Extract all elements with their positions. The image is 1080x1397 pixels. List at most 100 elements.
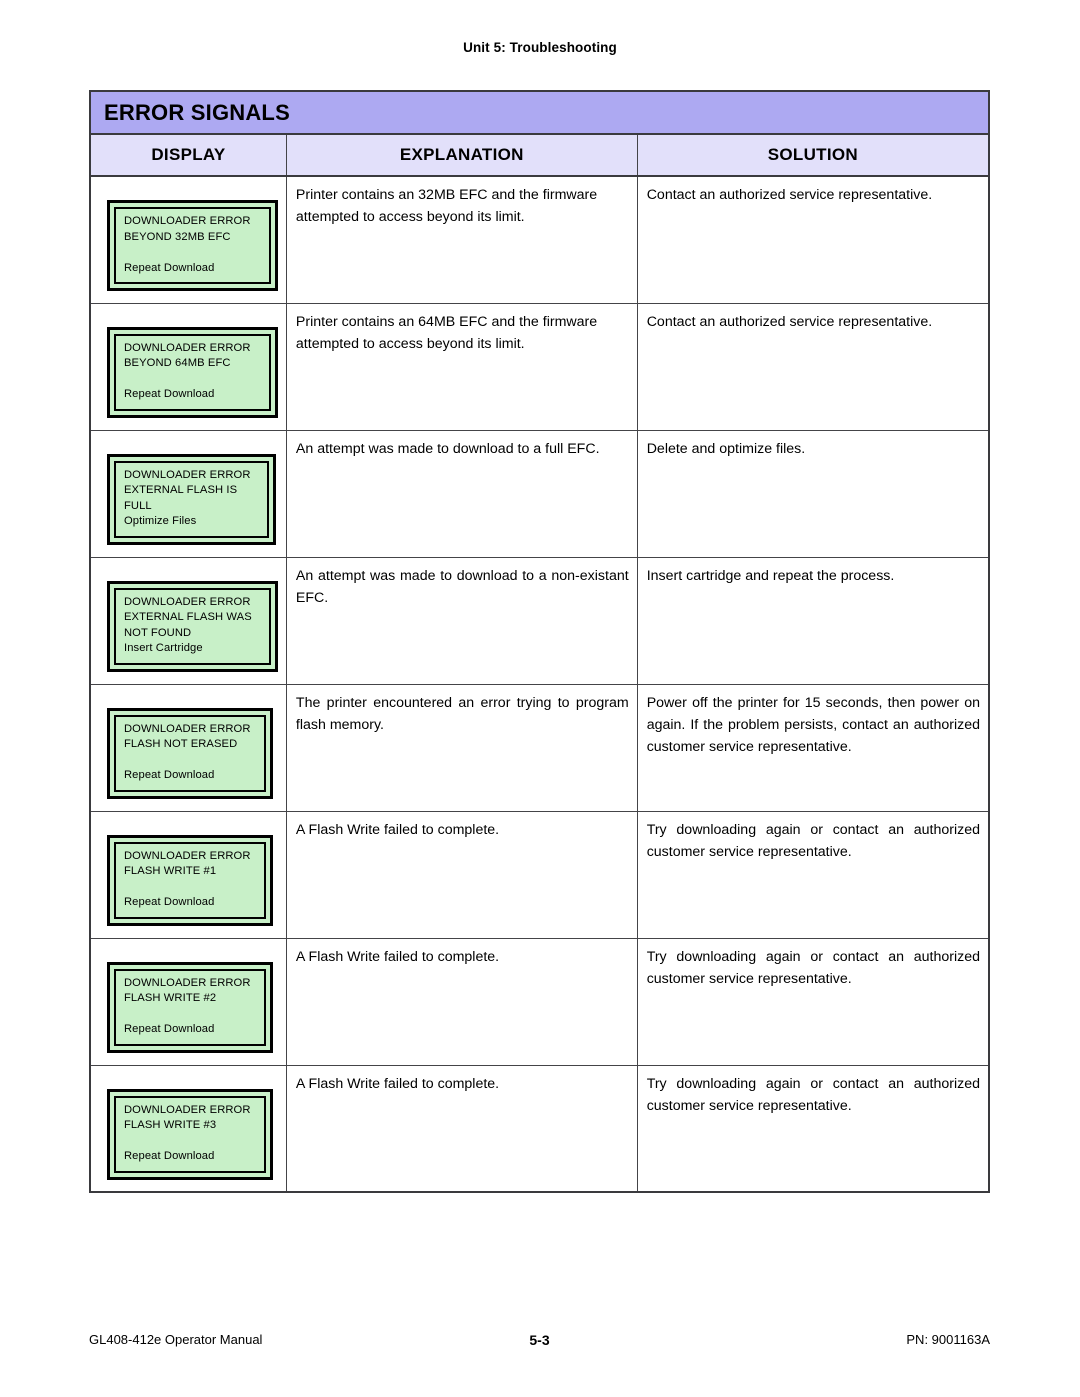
lcd-line: DOWNLOADER ERROR [124, 849, 251, 862]
table-row: DOWNLOADER ERROR FLASH NOT ERASED Repeat… [89, 683, 990, 812]
lcd-display-panel: DOWNLOADER ERROR BEYOND 32MB EFC Repeat … [91, 177, 286, 291]
display-cell: DOWNLOADER ERROR FLASH NOT ERASED Repeat… [89, 683, 287, 812]
error-signals-table: ERROR SIGNALS DISPLAY EXPLANATION SOLUTI… [89, 90, 990, 1193]
lcd-line: Insert Cartridge [124, 642, 203, 654]
lcd-line: DOWNLOADER ERROR [124, 468, 251, 481]
lcd-line: Repeat Download [124, 261, 215, 274]
explanation-text: The printer encountered an error trying … [295, 694, 629, 733]
column-header-display-label: DISPLAY [151, 145, 226, 164]
solution-text: Insert cartridge and repeat the process. [646, 567, 895, 584]
table-row: DOWNLOADER ERROR FLASH WRITE #2 Repeat D… [89, 937, 990, 1066]
explanation-cell: Printer contains an 32MB EFC and the fir… [285, 175, 638, 304]
lcd-line: FLASH NOT ERASED [124, 738, 238, 750]
solution-cell: Delete and optimize files. [636, 429, 990, 558]
lcd-outer-bezel: DOWNLOADER ERROR FLASH WRITE #1 Repeat D… [107, 834, 273, 926]
display-cell: DOWNLOADER ERROR BEYOND 32MB EFC Repeat … [89, 175, 287, 304]
lcd-line: FLASH WRITE #1 [124, 865, 217, 877]
lcd-screen: DOWNLOADER ERROR BEYOND 32MB EFC Repeat … [114, 207, 271, 284]
lcd-line: DOWNLOADER ERROR [124, 341, 251, 354]
lcd-outer-bezel: DOWNLOADER ERROR FLASH WRITE #3 Repeat D… [107, 1088, 273, 1180]
table-row: DOWNLOADER ERROR FLASH WRITE #1 Repeat D… [89, 810, 990, 939]
lcd-outer-bezel: DOWNLOADER ERROR BEYOND 32MB EFC Repeat … [107, 200, 278, 291]
lcd-line: DOWNLOADER ERROR [124, 215, 251, 227]
table-row: DOWNLOADER ERROR BEYOND 32MB EFC Repeat … [89, 175, 990, 304]
table-title-cell: ERROR SIGNALS [89, 90, 990, 135]
table-row: DOWNLOADER ERROR BEYOND 64MB EFC Repeat … [89, 302, 990, 431]
footer-page-number: 5-3 [529, 1332, 550, 1348]
explanation-cell: A Flash Write failed to complete. [285, 1064, 638, 1193]
lcd-screen: DOWNLOADER ERROR EXTERNAL FLASH WAS NOT … [114, 587, 271, 665]
lcd-line: NOT FOUND [124, 626, 192, 639]
explanation-text: Printer contains an 32MB EFC and the fir… [295, 187, 598, 225]
column-header-solution-label: SOLUTION [767, 145, 858, 164]
explanation-text: Printer contains an 64MB EFC and the fir… [295, 313, 598, 352]
column-header-explanation-label: EXPLANATION [399, 145, 524, 164]
solution-text: Try downloading again or contact an auth… [646, 1075, 980, 1114]
display-cell: DOWNLOADER ERROR FLASH WRITE #2 Repeat D… [89, 937, 287, 1066]
solution-text: Power off the printer for 15 seconds, th… [646, 694, 980, 755]
explanation-text: A Flash Write failed to complete. [295, 948, 500, 965]
solution-cell: Power off the printer for 15 seconds, th… [636, 683, 990, 812]
solution-cell: Try downloading again or contact an auth… [636, 937, 990, 1066]
explanation-cell: The printer encountered an error trying … [285, 683, 638, 812]
display-cell: DOWNLOADER ERROR EXTERNAL FLASH WAS NOT … [89, 556, 287, 685]
lcd-line: FLASH WRITE #3 [124, 1119, 217, 1131]
lcd-display-panel: DOWNLOADER ERROR FLASH WRITE #3 Repeat D… [91, 1066, 286, 1180]
solution-cell: Contact an authorized service representa… [636, 302, 990, 431]
display-cell: DOWNLOADER ERROR EXTERNAL FLASH IS FULL … [89, 429, 287, 558]
footer-part-number: PN: 9001163A [906, 1332, 990, 1347]
lcd-screen: DOWNLOADER ERROR EXTERNAL FLASH IS FULL … [114, 460, 269, 538]
lcd-display-panel: DOWNLOADER ERROR EXTERNAL FLASH WAS NOT … [91, 558, 286, 672]
table-row: DOWNLOADER ERROR EXTERNAL FLASH IS FULL … [89, 429, 990, 558]
explanation-cell: An attempt was made to download to a non… [285, 556, 638, 685]
lcd-line: DOWNLOADER ERROR [124, 722, 251, 735]
lcd-display-panel: DOWNLOADER ERROR FLASH WRITE #1 Repeat D… [91, 812, 286, 926]
lcd-line: Optimize Files [124, 515, 197, 527]
lcd-outer-bezel: DOWNLOADER ERROR FLASH NOT ERASED Repeat… [107, 707, 273, 799]
lcd-line: Repeat Download [124, 388, 215, 400]
display-cell: DOWNLOADER ERROR BEYOND 64MB EFC Repeat … [89, 302, 287, 431]
lcd-screen: DOWNLOADER ERROR BEYOND 64MB EFC Repeat … [114, 333, 271, 411]
display-cell: DOWNLOADER ERROR FLASH WRITE #3 Repeat D… [89, 1064, 287, 1193]
lcd-outer-bezel: DOWNLOADER ERROR FLASH WRITE #2 Repeat D… [107, 961, 273, 1053]
table-title-row: ERROR SIGNALS [89, 90, 990, 135]
lcd-outer-bezel: DOWNLOADER ERROR EXTERNAL FLASH WAS NOT … [107, 580, 278, 672]
lcd-line: EXTERNAL FLASH IS [124, 484, 238, 496]
column-header-solution: SOLUTION [636, 133, 990, 177]
explanation-cell: An attempt was made to download to a ful… [285, 429, 638, 558]
solution-cell: Try downloading again or contact an auth… [636, 1064, 990, 1193]
solution-text: Try downloading again or contact an auth… [646, 821, 980, 860]
page-title: ERROR SIGNALS [104, 100, 290, 125]
explanation-cell: A Flash Write failed to complete. [285, 810, 638, 939]
lcd-display-panel: DOWNLOADER ERROR EXTERNAL FLASH IS FULL … [91, 431, 286, 545]
explanation-text: A Flash Write failed to complete. [295, 821, 500, 838]
lcd-screen: DOWNLOADER ERROR FLASH WRITE #1 Repeat D… [114, 841, 266, 919]
lcd-line: FULL [124, 499, 152, 512]
solution-cell: Insert cartridge and repeat the process. [636, 556, 990, 685]
lcd-screen: DOWNLOADER ERROR FLASH WRITE #2 Repeat D… [114, 968, 266, 1046]
explanation-text: A Flash Write failed to complete. [295, 1075, 500, 1092]
lcd-line: BEYOND 64MB EFC [124, 357, 231, 369]
lcd-outer-bezel: DOWNLOADER ERROR EXTERNAL FLASH IS FULL … [107, 453, 276, 545]
explanation-text: An attempt was made to download to a ful… [295, 440, 600, 457]
table-row: DOWNLOADER ERROR EXTERNAL FLASH WAS NOT … [89, 556, 990, 685]
lcd-line: Repeat Download [124, 896, 215, 908]
lcd-line: DOWNLOADER ERROR [124, 595, 251, 608]
table-header-row: DISPLAY EXPLANATION SOLUTION [89, 133, 990, 177]
lcd-display-panel: DOWNLOADER ERROR BEYOND 64MB EFC Repeat … [91, 304, 286, 418]
lcd-line: DOWNLOADER ERROR [124, 1103, 251, 1116]
lcd-line: Repeat Download [124, 1023, 215, 1035]
solution-text: Delete and optimize files. [646, 440, 806, 457]
solution-text: Try downloading again or contact an auth… [646, 948, 980, 987]
lcd-line: EXTERNAL FLASH WAS [124, 611, 252, 623]
running-head: Unit 5: Troubleshooting [463, 40, 617, 55]
page-footer: GL408-412e Operator Manual 5-3 PN: 90011… [89, 1332, 990, 1352]
solution-cell: Contact an authorized service representa… [636, 175, 990, 304]
explanation-cell: A Flash Write failed to complete. [285, 937, 638, 1066]
column-header-display: DISPLAY [89, 133, 287, 177]
solution-text: Contact an authorized service representa… [646, 187, 933, 203]
lcd-line: BEYOND 32MB EFC [124, 230, 231, 243]
lcd-line: DOWNLOADER ERROR [124, 976, 251, 989]
lcd-line: Repeat Download [124, 1150, 215, 1162]
solution-text: Contact an authorized service representa… [646, 313, 933, 330]
